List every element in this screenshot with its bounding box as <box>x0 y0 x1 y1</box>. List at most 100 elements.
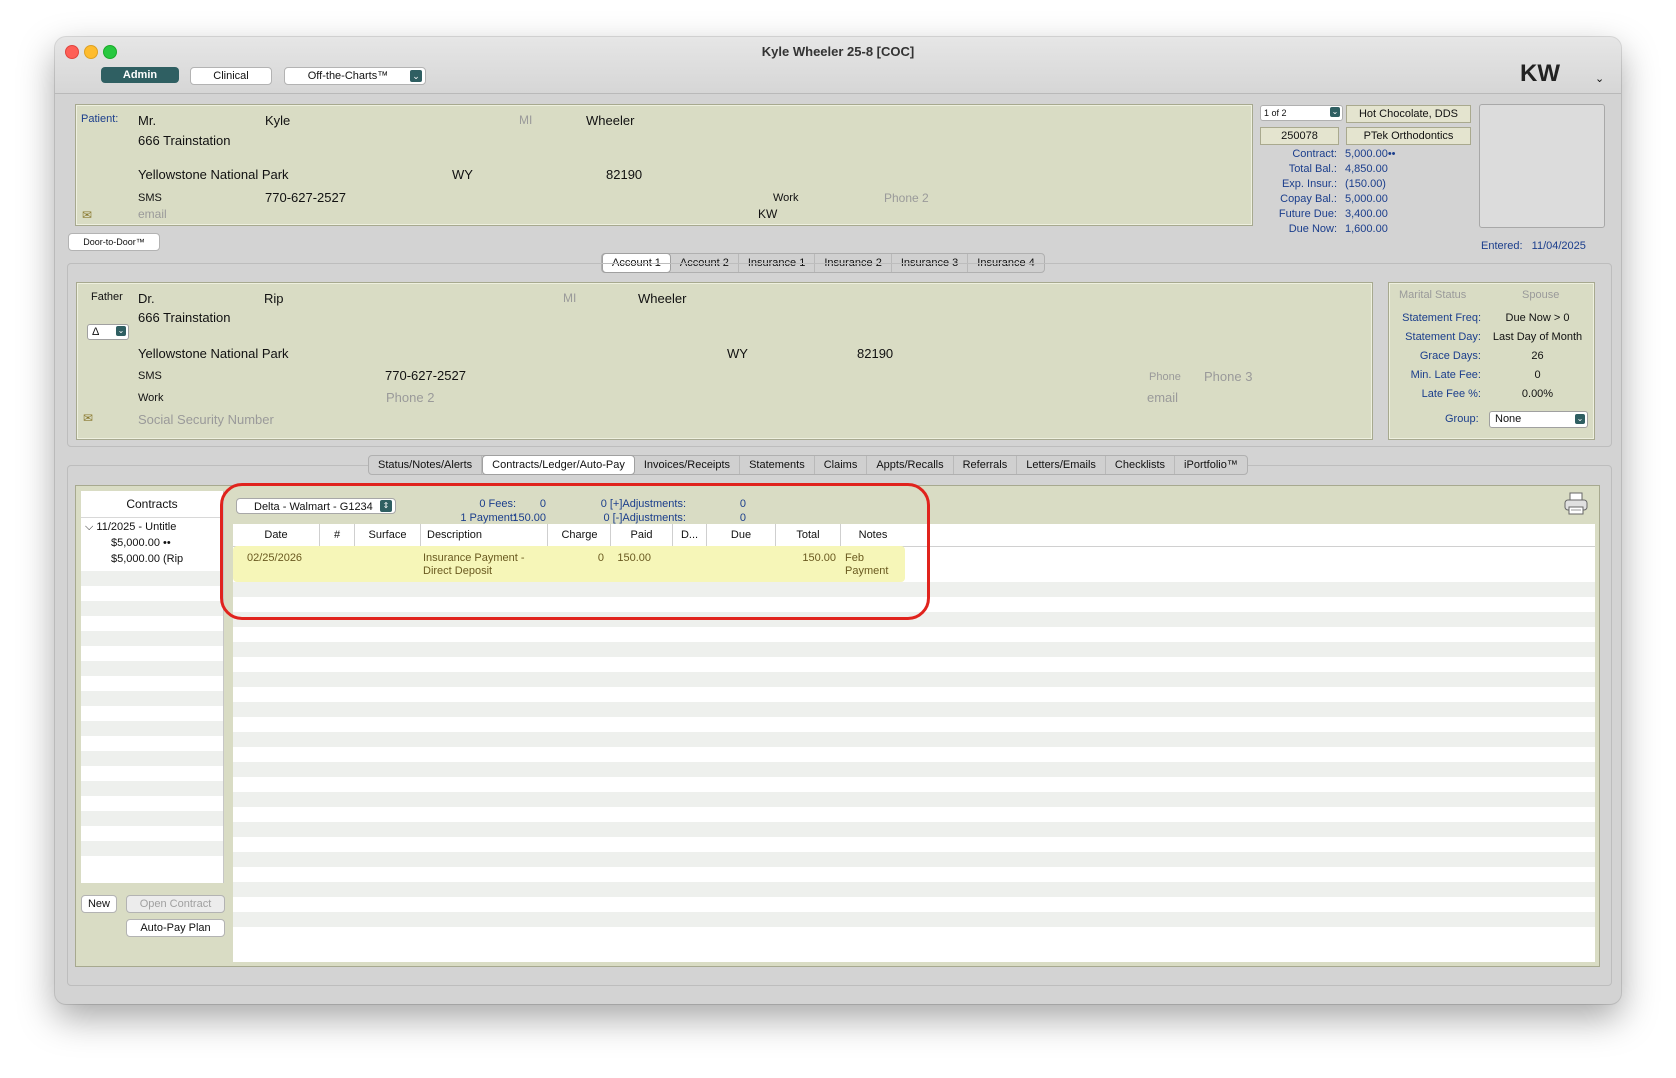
empty-row <box>81 811 223 826</box>
patient-zip[interactable]: 82190 <box>606 167 642 182</box>
tab-checklists[interactable]: Checklists <box>1106 456 1176 474</box>
insurance-select[interactable]: Delta - Walmart - G1234 ⇕ <box>236 498 396 514</box>
empty-row <box>81 841 223 856</box>
account-count-select[interactable]: 1 of 2 ⌄ <box>1260 105 1343 121</box>
col-paid[interactable]: Paid <box>611 524 673 546</box>
future-due-label: Future Due: <box>1278 208 1337 220</box>
responsible-state[interactable]: WY <box>727 346 748 361</box>
tab-appts-recalls[interactable]: Appts/Recalls <box>867 456 954 474</box>
patient-state[interactable]: WY <box>452 167 473 182</box>
patient-sms[interactable]: 770-627-2527 <box>265 190 346 205</box>
tab-referrals[interactable]: Referrals <box>954 456 1018 474</box>
marital-status-field[interactable]: Marital Status <box>1399 289 1466 301</box>
contract-amount[interactable]: $5,000.00 •• <box>111 537 171 549</box>
responsible-city[interactable]: Yellowstone National Park <box>138 346 289 361</box>
patient-initials[interactable]: KW <box>758 207 777 221</box>
col-charge[interactable]: Charge <box>549 524 611 546</box>
statement-row: Late Fee %: 0.00% <box>1389 388 1594 407</box>
col-surface[interactable]: Surface <box>355 524 421 546</box>
envelope-icon[interactable]: ✉ <box>82 208 92 222</box>
envelope-icon[interactable]: ✉ <box>83 411 93 425</box>
responsible-address[interactable]: 666 Trainstation <box>138 310 231 325</box>
responsible-first-name[interactable]: Rip <box>264 291 284 306</box>
statement-freq-value[interactable]: Due Now > 0 <box>1481 312 1594 331</box>
balance-row: Future Due: 3,400.00 <box>1251 208 1451 223</box>
plus-adjustments-value: 0 <box>739 498 746 510</box>
responsible-mi[interactable]: MI <box>563 291 576 305</box>
empty-row <box>81 796 223 811</box>
off-the-charts-button[interactable]: Off-the-Charts™ ⌄ <box>284 67 426 85</box>
late-fee-percent-value[interactable]: 0.00% <box>1481 388 1594 407</box>
contract-tree-item[interactable]: ⌵ 11/2025 - Untitle <box>85 521 176 534</box>
responsible-phone2[interactable]: Phone 2 <box>386 390 434 405</box>
col-due[interactable]: Due <box>707 524 776 546</box>
col-description[interactable]: Description <box>421 524 548 546</box>
empty-row <box>233 657 1595 672</box>
tab-iportfolio[interactable]: iPortfolio™ <box>1175 456 1247 474</box>
row-charge: 0 <box>597 552 604 564</box>
table-row[interactable]: 02/25/2026 Insurance Payment - Direct De… <box>233 546 905 582</box>
responsible-sms[interactable]: 770-627-2527 <box>385 368 466 383</box>
ledger-header-row: Date # Surface Description Charge Paid D… <box>233 524 1595 547</box>
patient-prefix[interactable]: Mr. <box>138 113 156 128</box>
practice-name[interactable]: PTek Orthodontics <box>1346 127 1471 145</box>
contract-amount-responsible[interactable]: $5,000.00 (Rip <box>111 553 221 565</box>
account-number[interactable]: 250078 <box>1260 127 1339 145</box>
open-contract-button[interactable]: Open Contract <box>126 895 225 913</box>
patient-phone2[interactable]: Phone 2 <box>884 191 929 205</box>
copay-balance-label: Copay Bal.: <box>1280 193 1337 205</box>
responsible-email[interactable]: email <box>1147 390 1178 405</box>
responsible-zip[interactable]: 82190 <box>857 346 893 361</box>
delta-select[interactable]: Δ ⌄ <box>87 324 129 340</box>
patient-mi[interactable]: MI <box>519 113 532 127</box>
balance-row: Due Now: 1,600.00 <box>1251 223 1451 238</box>
empty-row <box>81 661 223 676</box>
col-notes[interactable]: Notes <box>841 524 905 546</box>
clinical-button[interactable]: Clinical <box>190 67 272 85</box>
patient-first-name[interactable]: Kyle <box>265 113 290 128</box>
empty-row <box>81 826 223 841</box>
user-initials: KW <box>1520 60 1560 87</box>
tab-status-notes-alerts[interactable]: Status/Notes/Alerts <box>369 456 483 474</box>
new-contract-button[interactable]: New <box>81 895 117 913</box>
col-date[interactable]: Date <box>233 524 320 546</box>
printer-icon[interactable] <box>1563 492 1589 516</box>
doctor-name[interactable]: Hot Chocolate, DDS <box>1346 105 1471 123</box>
grace-days-value[interactable]: 26 <box>1481 350 1594 369</box>
ssn-field[interactable]: Social Security Number <box>138 412 274 427</box>
col-number[interactable]: # <box>320 524 355 546</box>
tab-invoices-receipts[interactable]: Invoices/Receipts <box>635 456 741 474</box>
contract-title: 11/2025 - Untitle <box>96 521 177 533</box>
tab-statements[interactable]: Statements <box>740 456 815 474</box>
statement-settings-panel: Marital Status Spouse Statement Freq: Due… <box>1388 282 1595 440</box>
col-d[interactable]: D... <box>673 524 707 546</box>
tab-letters-emails[interactable]: Letters/Emails <box>1017 456 1106 474</box>
auto-pay-plan-button[interactable]: Auto-Pay Plan <box>126 919 225 937</box>
min-late-fee-value[interactable]: 0 <box>1481 369 1594 388</box>
col-total[interactable]: Total <box>776 524 841 546</box>
tab-contracts-ledger-autopay[interactable]: Contracts/Ledger/Auto-Pay <box>482 455 635 475</box>
main-tabs: Status/Notes/Alerts Contracts/Ledger/Aut… <box>368 455 1248 475</box>
spouse-field[interactable]: Spouse <box>1522 289 1559 301</box>
tab-claims[interactable]: Claims <box>815 456 868 474</box>
responsible-prefix[interactable]: Dr. <box>138 291 155 306</box>
contracts-list: Contracts ⌵ 11/2025 - Untitle $5,000.00 … <box>81 491 224 883</box>
due-now-label: Due Now: <box>1288 223 1337 235</box>
admin-button[interactable]: Admin <box>101 67 179 83</box>
patient-address[interactable]: 666 Trainstation <box>138 133 231 148</box>
user-menu-chevron-icon[interactable]: ⌄ <box>1595 72 1604 85</box>
empty-row <box>81 586 223 601</box>
contracts-rows <box>81 571 223 871</box>
patient-email[interactable]: email <box>138 207 167 221</box>
fees-value: 0 <box>539 498 546 510</box>
statement-day-value[interactable]: Last Day of Month <box>1481 331 1594 350</box>
responsible-phone3[interactable]: Phone 3 <box>1204 369 1252 384</box>
patient-city[interactable]: Yellowstone National Park <box>138 167 289 182</box>
group-select[interactable]: None ⌄ <box>1489 411 1588 428</box>
responsible-last-name[interactable]: Wheeler <box>638 291 686 306</box>
group-label: Group: <box>1445 413 1479 425</box>
door-to-door-button[interactable]: Door-to-Door™ <box>68 233 160 251</box>
patient-photo[interactable] <box>1479 104 1605 228</box>
patient-last-name[interactable]: Wheeler <box>586 113 634 128</box>
relation-label[interactable]: Father <box>91 291 123 303</box>
